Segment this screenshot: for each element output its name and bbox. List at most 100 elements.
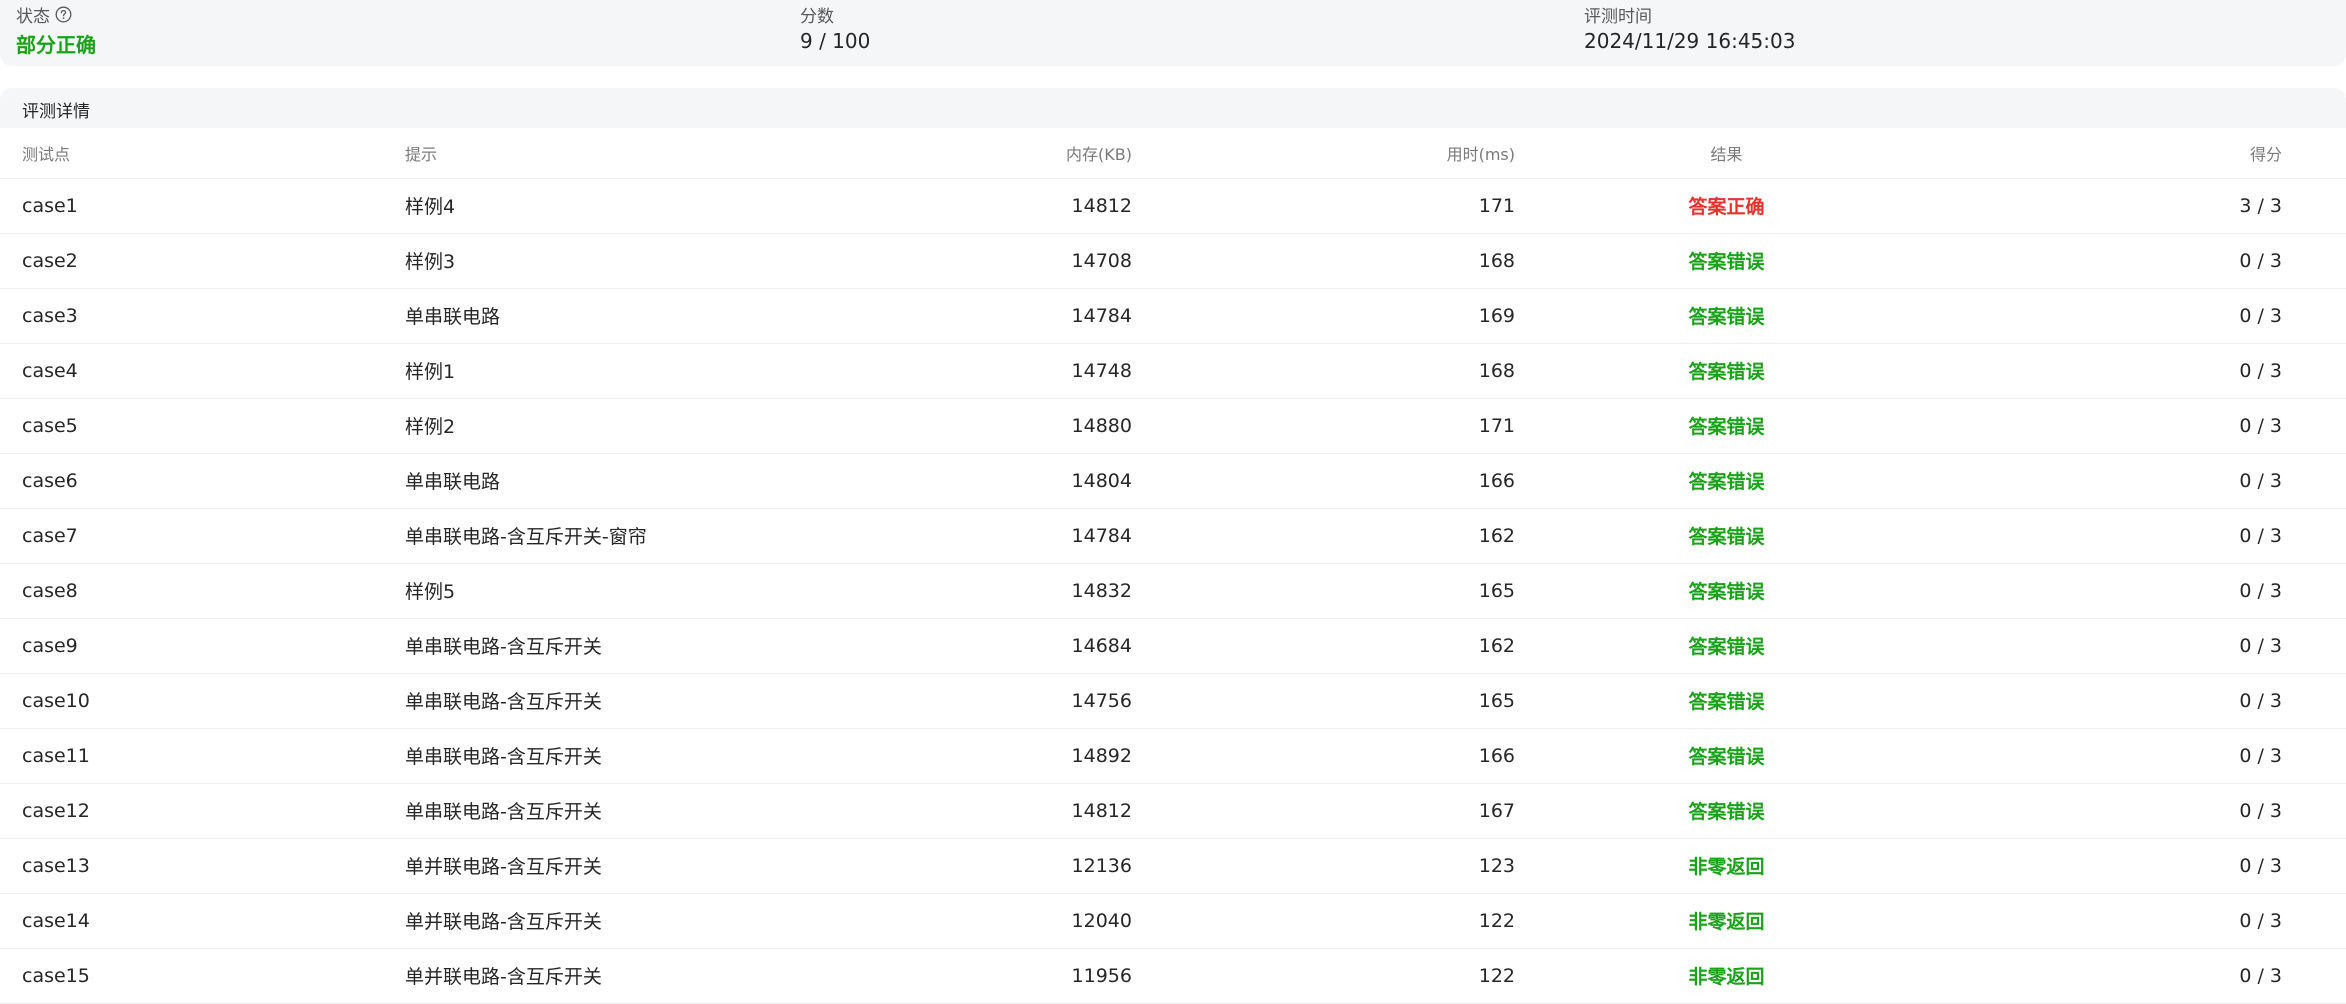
case-memory: 14892 [740,728,1132,784]
table-row: case2 样例3 14708 168 答案错误 0 / 3 [0,233,2346,289]
case-score: 0 / 3 [1938,343,2346,399]
case-id: case13 [0,838,405,894]
case-result: 答案错误 [1515,618,1938,674]
case-memory: 11956 [740,948,1132,1004]
case-memory: 14748 [740,343,1132,399]
column-header-result: 结果 [1515,128,1938,179]
case-time: 162 [1132,508,1515,564]
case-memory: 12136 [740,838,1132,894]
score-value: 9 / 100 [800,29,871,53]
case-time: 169 [1132,288,1515,344]
case-hint: 单串联电路 [405,453,740,509]
case-memory: 14684 [740,618,1132,674]
column-header-time: 用时(ms) [1132,128,1515,179]
case-result: 答案正确 [1515,178,1938,234]
table-row: case4 样例1 14748 168 答案错误 0 / 3 [0,343,2346,399]
case-id: case6 [0,453,405,509]
case-result: 答案错误 [1515,728,1938,784]
case-time: 123 [1132,838,1515,894]
case-result: 答案错误 [1515,508,1938,564]
case-id: case10 [0,673,405,729]
column-header-hint: 提示 [405,128,740,179]
case-result: 答案错误 [1515,288,1938,344]
details-title: 评测详情 [22,102,90,122]
case-score: 0 / 3 [1938,398,2346,454]
score-label: 分数 [800,7,834,27]
case-hint: 单并联电路-含互斥开关 [405,838,740,894]
judge-time-label: 评测时间 [1584,7,1652,27]
case-hint: 单串联电路-含互斥开关 [405,728,740,784]
case-hint: 样例4 [405,178,740,234]
case-result: 答案错误 [1515,783,1938,839]
case-time: 122 [1132,948,1515,1004]
table-row: case3 单串联电路 14784 169 答案错误 0 / 3 [0,288,2346,344]
case-hint: 单串联电路-含互斥开关 [405,618,740,674]
case-hint: 单串联电路 [405,288,740,344]
case-time: 168 [1132,233,1515,289]
case-hint: 单并联电路-含互斥开关 [405,948,740,1004]
testcase-table: 测试点 提示 内存(KB) 用时(ms) 结果 得分 case1 样例4 14812… [0,128,2346,1004]
case-result: 答案错误 [1515,453,1938,509]
case-time: 162 [1132,618,1515,674]
case-score: 0 / 3 [1938,673,2346,729]
case-result: 答案错误 [1515,343,1938,399]
table-row: case14 单并联电路-含互斥开关 12040 122 非零返回 0 / 3 [0,893,2346,949]
table-row: case5 样例2 14880 171 答案错误 0 / 3 [0,398,2346,454]
case-memory: 14812 [740,178,1132,234]
column-header-case: 测试点 [0,128,405,179]
case-id: case3 [0,288,405,344]
case-hint: 单并联电路-含互斥开关 [405,893,740,949]
case-score: 0 / 3 [1938,288,2346,344]
judge-details: 评测详情 测试点 提示 内存(KB) 用时(ms) 结果 得分 case1 样例4… [0,88,2346,1004]
case-hint: 单串联电路-含互斥开关 [405,783,740,839]
case-id: case4 [0,343,405,399]
case-hint: 样例2 [405,398,740,454]
case-score: 0 / 3 [1938,618,2346,674]
case-id: case7 [0,508,405,564]
status-label: 状态 [16,7,50,27]
case-score: 0 / 3 [1938,893,2346,949]
case-time: 171 [1132,178,1515,234]
details-header: 评测详情 [0,88,2346,128]
column-header-score: 得分 [1938,128,2346,179]
case-memory: 12040 [740,893,1132,949]
testcase-rows: case1 样例4 14812 171 答案正确 3 / 3 case2 样例3 14708 16… [0,178,2346,1004]
case-score: 0 / 3 [1938,233,2346,289]
case-score: 0 / 3 [1938,838,2346,894]
case-id: case8 [0,563,405,619]
case-memory: 14812 [740,783,1132,839]
case-hint: 单串联电路-含互斥开关 [405,673,740,729]
case-score: 0 / 3 [1938,948,2346,1004]
case-memory: 14832 [740,563,1132,619]
case-result: 答案错误 [1515,563,1938,619]
case-score: 0 / 3 [1938,453,2346,509]
case-score: 0 / 3 [1938,508,2346,564]
case-time: 165 [1132,563,1515,619]
status-value: 部分正确 [16,33,96,57]
table-row: case9 单串联电路-含互斥开关 14684 162 答案错误 0 / 3 [0,618,2346,674]
case-score: 0 / 3 [1938,563,2346,619]
case-id: case9 [0,618,405,674]
case-id: case1 [0,178,405,234]
case-time: 168 [1132,343,1515,399]
status-label-wrap: 状态 [16,2,72,27]
case-score: 0 / 3 [1938,728,2346,784]
case-id: case14 [0,893,405,949]
case-result: 答案错误 [1515,398,1938,454]
table-row: case12 单串联电路-含互斥开关 14812 167 答案错误 0 / 3 [0,783,2346,839]
table-row: case8 样例5 14832 165 答案错误 0 / 3 [0,563,2346,619]
case-time: 166 [1132,728,1515,784]
case-time: 171 [1132,398,1515,454]
case-score: 3 / 3 [1938,178,2346,234]
table-row: case7 单串联电路-含互斥开关-窗帘 14784 162 答案错误 0 / 3 [0,508,2346,564]
submission-summary: 状态 部分正确 分数 9 / 100 评测时间 2024/11/29 16:45… [0,0,2346,66]
case-result: 答案错误 [1515,673,1938,729]
case-result: 非零返回 [1515,948,1938,1004]
question-circle-icon[interactable] [55,6,72,23]
case-memory: 14880 [740,398,1132,454]
case-memory: 14756 [740,673,1132,729]
case-hint: 样例5 [405,563,740,619]
case-result: 非零返回 [1515,893,1938,949]
table-row: case6 单串联电路 14804 166 答案错误 0 / 3 [0,453,2346,509]
case-result: 答案错误 [1515,233,1938,289]
